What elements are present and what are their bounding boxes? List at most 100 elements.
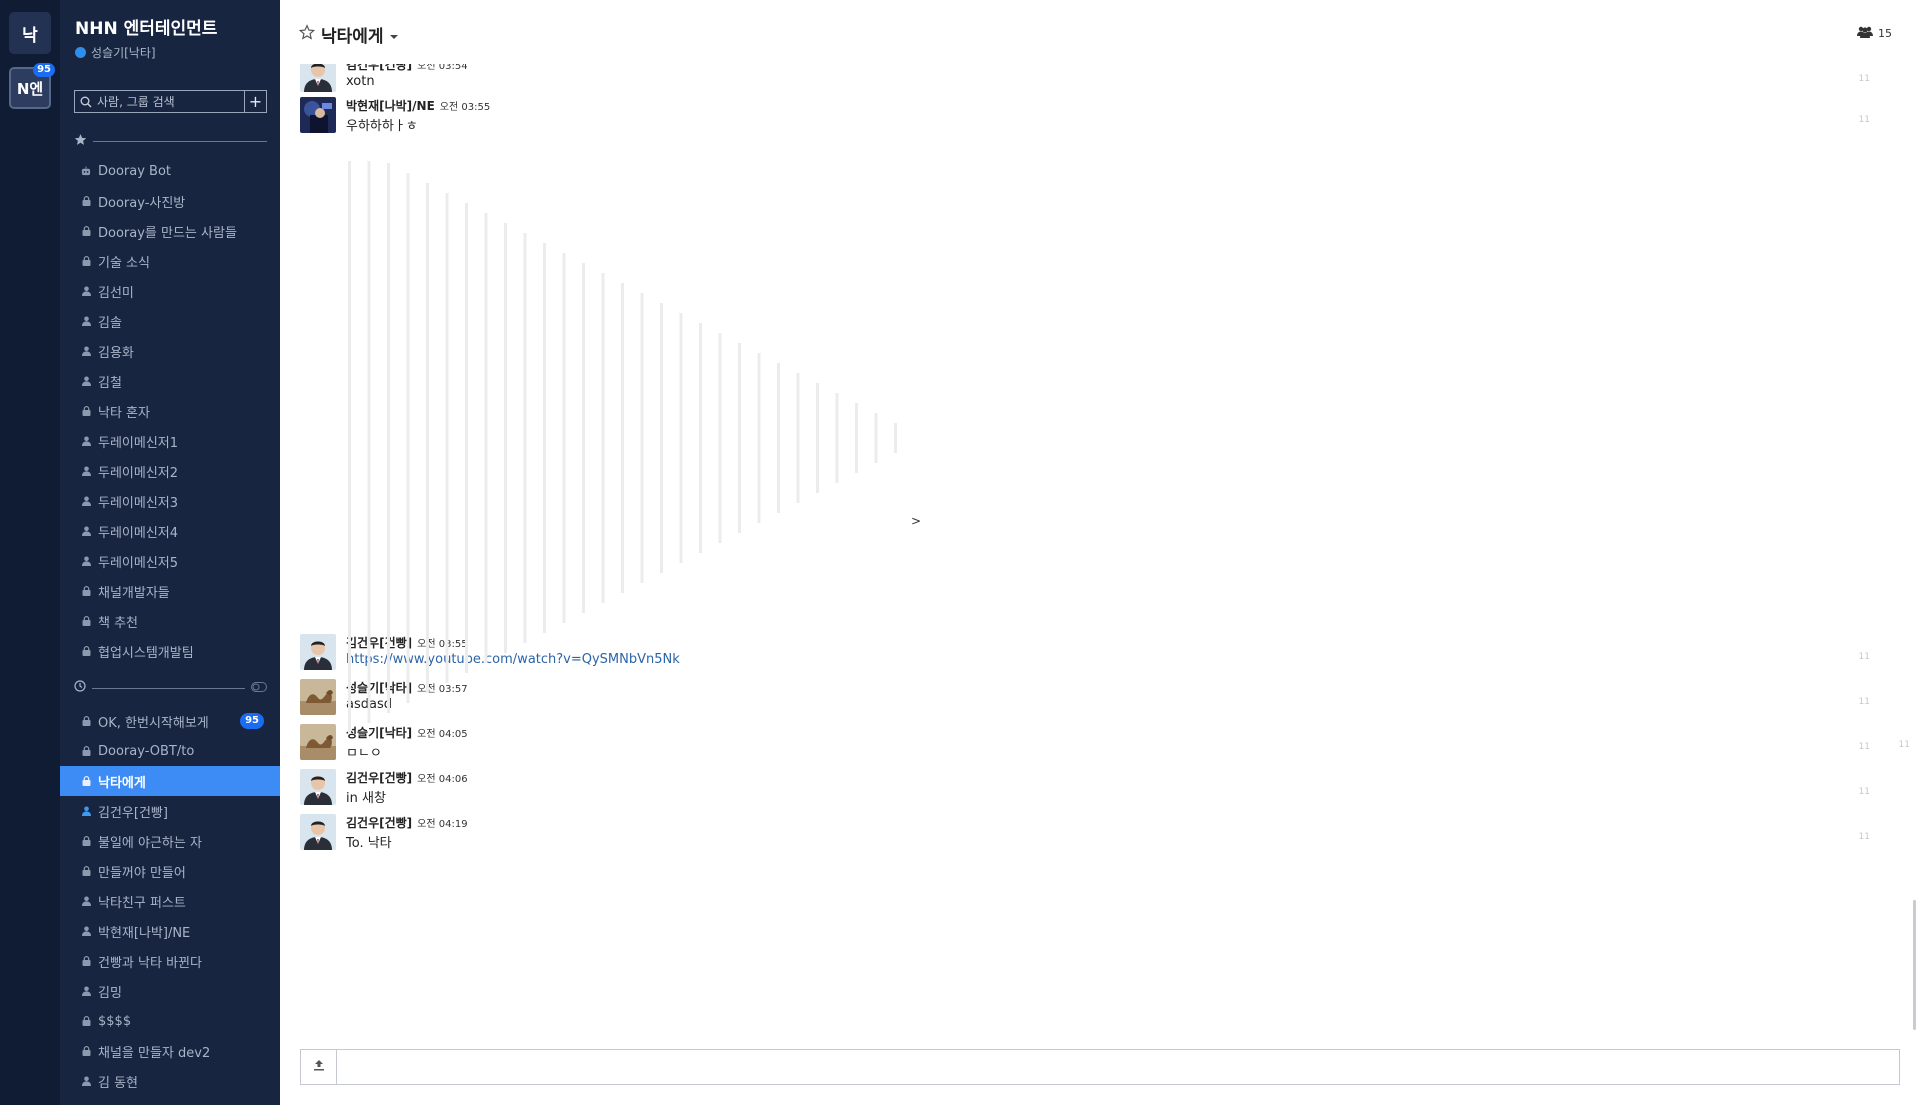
channel-item[interactable]: Dooray Bot [60, 156, 280, 186]
channel-item[interactable]: 김 동현 [60, 1066, 280, 1096]
loading-bar [796, 373, 800, 503]
channel-item[interactable]: 두레이메신저1 [60, 426, 280, 456]
lock-icon [81, 746, 91, 757]
scrollbar[interactable] [1910, 70, 1920, 1030]
channel-item[interactable]: 채널개발자들 [60, 576, 280, 606]
person-icon [81, 346, 91, 357]
author-name[interactable]: 김건우[건빵] [346, 64, 412, 72]
avatar[interactable] [300, 634, 336, 670]
loading-bar [660, 303, 663, 573]
scrollbar-thumb[interactable] [1913, 900, 1916, 1030]
lock-icon [81, 406, 91, 417]
favorites-header [74, 133, 267, 148]
upload-button[interactable] [301, 1050, 337, 1084]
star-outline-icon[interactable] [298, 24, 316, 45]
channel-item[interactable]: 책 추천 [60, 606, 280, 636]
channel-item[interactable]: 두레이메신저2 [60, 456, 280, 486]
person-icon [81, 986, 91, 997]
channel-item[interactable]: 낙타친구 퍼스트 [60, 886, 280, 916]
timestamp: 오전 03:54 [417, 64, 468, 72]
author-name[interactable]: 김건우[건빵] [346, 771, 412, 785]
message-list: 김건우[건빵] 오전 03:54 xotn 11 박현재[나박]/NE 오전 03:55 우… [280, 64, 1910, 1034]
channel-item[interactable]: Dooray-OBT/to [60, 736, 280, 766]
channel-item[interactable]: 김밍 [60, 976, 280, 1006]
person-icon [81, 526, 91, 537]
channel-item-label: $$$$ [98, 1013, 132, 1029]
channel-item[interactable]: 김용화 [60, 336, 280, 366]
channel-header: 낙타에게 15 [280, 0, 1920, 64]
loading-bar [816, 383, 819, 493]
channel-item[interactable]: 기술 소식 [60, 246, 280, 276]
channel-item[interactable]: Dooray를 만드는 사람들 [60, 216, 280, 246]
channel-item[interactable]: 협업시스템개발팀 [60, 636, 280, 666]
message-input[interactable] [337, 1050, 1899, 1084]
channel-item[interactable]: 낙타 혼자 [60, 396, 280, 426]
channel-item-label: 낙타에게 [98, 775, 146, 791]
channel-item-label: Dooray-사진방 [98, 195, 186, 211]
channel-item[interactable]: Dooray-사진방 [60, 186, 280, 216]
message-header: 김건우[건빵] 오전 04:06 [346, 769, 468, 786]
avatar[interactable] [300, 97, 336, 133]
current-user-name: 성슬기[낙타] [91, 46, 156, 60]
avatar[interactable] [300, 814, 336, 850]
channel-item[interactable]: 건빵과 낙타 바뀐다 [60, 946, 280, 976]
channel-item-label: 박현재[나박]/NE [98, 925, 191, 941]
favorites-list: Dooray Bot Dooray-사진방 Dooray를 만드는 사람들기술 소식… [60, 156, 280, 666]
channel-item[interactable]: 채널을 만들자 dev2 [60, 1036, 280, 1066]
timestamp: 오전 04:06 [417, 774, 468, 785]
clock-icon [74, 680, 86, 696]
channel-item[interactable]: 김철 [60, 366, 280, 396]
lock-icon [81, 836, 91, 847]
member-count[interactable]: 15 [1857, 26, 1892, 41]
workspace-tile-naktа[interactable]: 낙 [9, 12, 51, 54]
channel-item-label: Dooray를 만드는 사람들 [98, 225, 237, 241]
channel-item-label: 건빵과 낙타 바뀐다 [98, 955, 202, 971]
channel-item[interactable]: 만들꺼야 만들어 [60, 856, 280, 886]
read-mark: 11 [1858, 832, 1870, 842]
channel-title[interactable]: 낙타에게 [298, 22, 398, 47]
message-text-content: 우하하하ㅏㅎ [346, 119, 418, 134]
channel-item[interactable]: 김선미 [60, 276, 280, 306]
channel-item-label: 채널을 만들자 dev2 [98, 1045, 211, 1061]
channel-item-label: 기술 소식 [98, 255, 150, 271]
embed-arrow[interactable]: > [911, 514, 921, 528]
channel-item[interactable]: 낙타에게 [60, 766, 280, 796]
toggle-icon[interactable] [251, 681, 267, 696]
organization-name[interactable]: NHN 엔터테인먼트 [75, 14, 217, 39]
loading-bar [426, 183, 429, 693]
channel-item[interactable]: 박현재[나박]/NE [60, 916, 280, 946]
read-mark: 11 [1858, 742, 1870, 752]
search-input[interactable] [97, 94, 244, 109]
channel-item[interactable]: 김건우[건빵] [60, 796, 280, 826]
channel-item-label: 김철 [98, 375, 122, 391]
loading-bar [543, 243, 546, 633]
person-icon [81, 556, 91, 567]
channel-item[interactable]: 두레이메신저4 [60, 516, 280, 546]
message-text: xotn [346, 74, 375, 89]
loading-bar [640, 293, 644, 583]
author-name[interactable]: 김건우[건빵] [346, 816, 412, 830]
channel-item[interactable]: 두레이메신저5 [60, 546, 280, 576]
avatar[interactable] [300, 769, 336, 805]
channel-item[interactable]: 불일에 야근하는 자 [60, 826, 280, 856]
current-user[interactable]: 성슬기[낙타] [75, 44, 156, 61]
workspace-tile-nhn[interactable]: N엔 95 [9, 63, 55, 109]
channel-item[interactable]: $$$$ [60, 1006, 280, 1036]
channel-item-label: 만들꺼야 만들어 [98, 865, 186, 881]
avatar[interactable] [300, 64, 336, 92]
avatar[interactable] [300, 724, 336, 760]
channel-item[interactable]: 두레이메신저3 [60, 486, 280, 516]
lock-icon [81, 616, 91, 627]
loading-bar [484, 213, 488, 663]
workspace-label: N엔 [16, 79, 44, 98]
channel-item[interactable]: OK, 한번시작해보게 95 [60, 706, 280, 736]
loading-bar [465, 203, 468, 673]
add-button[interactable]: + [244, 91, 266, 112]
channel-item[interactable]: 김솔 [60, 306, 280, 336]
person-icon [81, 376, 91, 387]
loading-bar [738, 343, 741, 533]
caret-down-icon[interactable] [389, 25, 398, 45]
author-name[interactable]: 박현재[나박]/NE [346, 99, 435, 113]
person-icon [81, 466, 91, 477]
avatar[interactable] [300, 679, 336, 715]
